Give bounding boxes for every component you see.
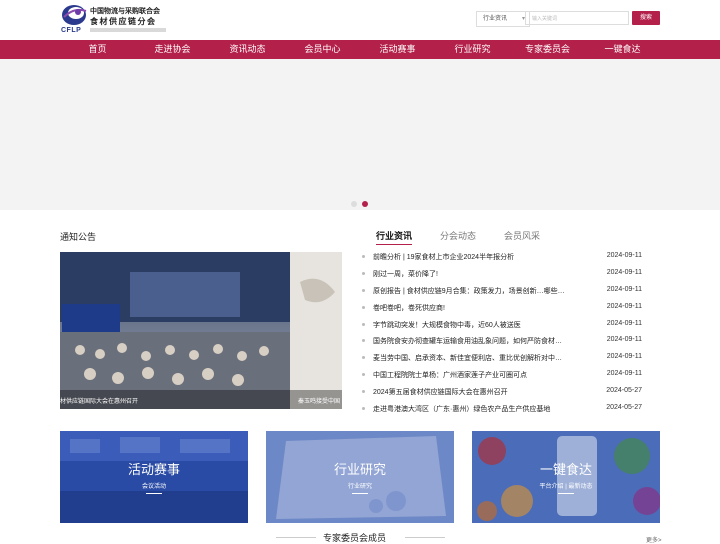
card-shida[interactable]: 一键食达 平台介绍 | 最新动态 xyxy=(472,431,660,523)
site-header: CFLP 中国物流与采购联合会 食材供应链分会 行业资讯 ▾ 输入关键词 搜索 xyxy=(0,0,720,40)
card-divider xyxy=(146,493,162,494)
news-photo[interactable] xyxy=(60,252,342,409)
nav-item-research[interactable]: 行业研究 xyxy=(435,40,510,59)
news-date: 2024-09-11 xyxy=(606,303,642,310)
nav-item-events[interactable]: 活动赛事 xyxy=(360,40,435,59)
logo-underline xyxy=(90,28,166,32)
card-shida-sub[interactable]: 平台介绍 | 最新动态 xyxy=(472,481,660,490)
bullet-icon xyxy=(362,255,365,258)
news-title: 麦当劳中国、启承资本、新佳宜便利店、重比优创解析对中… xyxy=(373,355,562,362)
news-item[interactable]: 中国工程院院士单杨：广州酒家莲子产业可圈可点 2024-09-11 xyxy=(362,367,642,383)
tab-industry-news[interactable]: 行业资讯 xyxy=(376,229,412,242)
news-item[interactable]: 原创报告 | 食材供应链9月合集：政策发力，场景创新…哪些… 2024-09-11 xyxy=(362,283,642,299)
nav-item-news[interactable]: 资讯动态 xyxy=(210,40,285,59)
search-input[interactable]: 输入关键词 xyxy=(525,11,629,25)
hero-banner[interactable] xyxy=(0,59,720,210)
bullet-icon xyxy=(362,306,365,309)
card-shida-title: 一键食达 xyxy=(539,462,592,477)
bullet-icon xyxy=(362,373,365,376)
tab-member-style[interactable]: 会员风采 xyxy=(504,229,540,242)
news-title: 国务院食安办彻查罐车运输食用油乱象问题，如何严防食材… xyxy=(373,338,562,345)
main-nav: 首页 走进协会 资讯动态 会员中心 活动赛事 行业研究 专家委员会 一键食达 xyxy=(0,40,720,59)
news-item[interactable]: 麦当劳中国、启承资本、新佳宜便利店、重比优创解析对中… 2024-09-11 xyxy=(362,350,642,366)
tab-branch-news[interactable]: 分会动态 xyxy=(440,229,476,242)
banner-dot-active[interactable] xyxy=(362,201,368,207)
news-date: 2024-09-11 xyxy=(606,336,642,343)
photo-caption-left: 材供应链国际大会在惠州召开 xyxy=(60,399,139,405)
nav-item-about[interactable]: 走进协会 xyxy=(135,40,210,59)
nav-item-home[interactable]: 首页 xyxy=(60,40,135,59)
news-date: 2024-09-11 xyxy=(606,252,642,259)
search-button[interactable]: 搜索 xyxy=(632,11,660,25)
search-category-select[interactable]: 行业资讯 ▾ xyxy=(476,11,530,27)
notice-title: 通知公告 xyxy=(60,232,97,242)
news-date: 2024-09-11 xyxy=(606,269,642,276)
bullet-icon xyxy=(362,272,365,275)
news-date: 2024-05-27 xyxy=(606,387,642,394)
logo-globe-icon xyxy=(62,5,87,25)
bullet-icon xyxy=(362,289,365,292)
news-item[interactable]: 国务院食安办彻查罐车运输食用油乱象问题，如何严防食材… 2024-09-11 xyxy=(362,333,642,349)
logo-abbr: CFLP xyxy=(61,27,82,34)
banner-dot[interactable] xyxy=(351,201,357,207)
photo-caption-right: 秦玉鸣接受中国 xyxy=(298,399,341,405)
card-divider xyxy=(558,493,574,494)
card-events-title: 活动赛事 xyxy=(127,462,180,477)
news-title: 刚过一周，菜价降了! xyxy=(373,271,438,278)
news-title: 2024第五届食材供应链国际大会在惠州召开 xyxy=(373,389,508,396)
experts-section-title: 专家委员会成员 xyxy=(323,533,387,543)
news-title: 走进粤港澳大湾区（广东·惠州）绿色农产品生产供应基地 xyxy=(373,406,551,413)
bullet-icon xyxy=(362,390,365,393)
card-events-sub[interactable]: 会议活动 xyxy=(60,481,248,490)
bullet-icon xyxy=(362,407,365,410)
news-date: 2024-09-11 xyxy=(606,286,642,293)
news-title: 卷吧卷吧，卷死供应商! xyxy=(373,305,445,312)
bullet-icon xyxy=(362,356,365,359)
news-item[interactable]: 字节跳动突发！大规模食物中毒，近60人被送医 2024-09-11 xyxy=(362,317,642,333)
news-date: 2024-05-27 xyxy=(606,404,642,411)
logo-line2: 食材供应链分会 xyxy=(90,17,157,26)
bullet-icon xyxy=(362,339,365,342)
logo-line1: 中国物流与采购联合会 xyxy=(90,8,160,15)
news-title: 中国工程院院士单杨：广州酒家莲子产业可圈可点 xyxy=(373,372,527,379)
site-logo[interactable]: CFLP 中国物流与采购联合会 食材供应链分会 xyxy=(60,3,170,35)
news-title: 原创报告 | 食材供应链9月合集：政策发力，场景创新…哪些… xyxy=(373,288,565,295)
card-research-title: 行业研究 xyxy=(333,462,386,477)
news-title: 字节跳动突发！大规模食物中毒，近60人被送医 xyxy=(373,322,521,329)
search-category-value: 行业资讯 xyxy=(483,16,508,22)
card-events[interactable]: 活动赛事 会议活动 xyxy=(60,431,248,523)
news-item[interactable]: 前瞻分析 | 19家食材上市企业2024半年报分析 2024-09-11 xyxy=(362,249,642,265)
news-date: 2024-09-11 xyxy=(606,370,642,377)
card-research-sub[interactable]: 行业研究 xyxy=(266,481,454,490)
active-tab-indicator xyxy=(376,244,412,245)
nav-item-members[interactable]: 会员中心 xyxy=(285,40,360,59)
card-divider xyxy=(352,493,368,494)
news-item[interactable]: 走进粤港澳大湾区（广东·惠州）绿色农产品生产供应基地 2024-05-27 xyxy=(362,401,642,417)
news-item[interactable]: 卷吧卷吧，卷死供应商! 2024-09-11 xyxy=(362,300,642,316)
news-item[interactable]: 刚过一周，菜价降了! 2024-09-11 xyxy=(362,266,642,282)
expert-title-line-right xyxy=(405,537,445,538)
news-item[interactable]: 2024第五届食材供应链国际大会在惠州召开 2024-05-27 xyxy=(362,384,642,400)
nav-item-experts[interactable]: 专家委员会 xyxy=(510,40,585,59)
news-date: 2024-09-11 xyxy=(606,320,642,327)
conference-photo xyxy=(60,252,342,409)
news-title: 前瞻分析 | 19家食材上市企业2024半年报分析 xyxy=(373,254,515,261)
nav-item-shida[interactable]: 一键食达 xyxy=(585,40,660,59)
expert-title-line-left xyxy=(276,537,316,538)
card-research[interactable]: 行业研究 行业研究 xyxy=(266,431,454,523)
bullet-icon xyxy=(362,323,365,326)
news-date: 2024-09-11 xyxy=(606,353,642,360)
